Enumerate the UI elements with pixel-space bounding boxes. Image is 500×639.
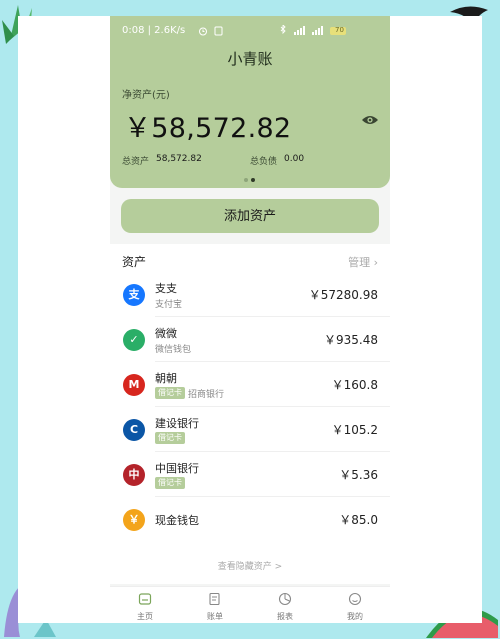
total-assets-label: 总资产 xyxy=(122,157,150,167)
eye-icon[interactable] xyxy=(361,114,379,126)
total-liabilities-label: 总负债 xyxy=(250,157,278,167)
asset-name: 支支 xyxy=(155,282,177,295)
asset-subtitle: 招商银行 xyxy=(188,390,225,400)
bottom-tab-bar: 主页 账单 报表 我的 xyxy=(110,586,390,623)
sim-icon xyxy=(214,26,223,36)
phone-frame: 0:08 | 2.6K/s 70 小青账 净资产(元) ￥58,572.82 总… xyxy=(18,16,482,623)
net-worth-value: ￥58,572.82 xyxy=(124,113,292,144)
bill-icon xyxy=(209,592,220,606)
page-dot[interactable] xyxy=(244,178,248,182)
alarm-icon xyxy=(199,27,207,36)
net-worth-label: 净资产(元) xyxy=(122,90,170,101)
net-worth-card: 0:08 | 2.6K/s 70 小青账 净资产(元) ￥58,572.82 总… xyxy=(110,16,390,188)
asset-name: 建设银行 xyxy=(155,417,199,430)
asset-row[interactable]: C 建设银行借记卡 ￥105.2 xyxy=(110,407,390,452)
asset-name: 中国银行 xyxy=(155,462,199,475)
asset-row[interactable]: M 朝朝借记卡 招商银行 ￥160.8 xyxy=(110,362,390,407)
home-icon xyxy=(138,593,152,605)
tab-report[interactable]: 报表 xyxy=(250,587,320,623)
card-type-badge: 借记卡 xyxy=(155,477,185,489)
app-screen: 0:08 | 2.6K/s 70 小青账 净资产(元) ￥58,572.82 总… xyxy=(110,16,390,623)
assets-list: 资产 管理 › 支支支 支付宝 ￥57280.98 ✓ 微微 微信钱包 ￥935.48 M 朝朝… xyxy=(110,244,390,584)
cmb-bank-icon: M xyxy=(123,374,145,396)
total-assets-value: 58,572.82 xyxy=(156,154,202,164)
profile-icon xyxy=(348,592,362,606)
chevron-right-icon: › xyxy=(373,256,378,269)
asset-subtitle: 支付宝 xyxy=(155,300,183,310)
asset-row[interactable]: ￥ 现金钱包 ￥85.0 xyxy=(110,497,390,542)
alipay-icon: 支 xyxy=(123,284,145,306)
view-hidden-assets-link[interactable]: 查看隐藏资产 > xyxy=(110,559,390,572)
card-type-badge: 借记卡 xyxy=(155,432,185,444)
cash-icon: ￥ xyxy=(123,509,145,531)
tab-home[interactable]: 主页 xyxy=(110,587,180,623)
asset-row[interactable]: ✓ 微微微信钱包 ￥935.48 xyxy=(110,317,390,362)
asset-subtitle: 微信钱包 xyxy=(155,345,192,355)
app-title: 小青账 xyxy=(227,50,273,68)
asset-name: 现金钱包 xyxy=(155,514,199,527)
page-dot-active[interactable] xyxy=(251,178,255,182)
add-asset-button[interactable]: 添加资产 xyxy=(121,199,379,233)
asset-row[interactable]: 中中国银行借记卡 ￥5.36 xyxy=(110,452,390,497)
wechat-icon: ✓ xyxy=(123,329,145,351)
ccb-bank-icon: C xyxy=(123,419,145,441)
asset-amount: ￥105.2 xyxy=(331,423,378,437)
manage-link[interactable]: 管理 › xyxy=(348,254,378,270)
asset-amount: ￥5.36 xyxy=(339,468,378,482)
asset-amount: ￥85.0 xyxy=(339,513,378,527)
status-time-speed: 0:08 | 2.6K/s xyxy=(122,25,186,36)
asset-name: 微微 xyxy=(155,327,177,340)
card-type-badge: 借记卡 xyxy=(155,387,185,399)
tab-profile[interactable]: 我的 xyxy=(320,587,390,623)
asset-row[interactable]: 支支支 支付宝 ￥57280.98 xyxy=(110,272,390,317)
battery-level: 70 xyxy=(335,26,344,34)
boc-bank-icon: 中 xyxy=(123,464,145,486)
tab-bill[interactable]: 账单 xyxy=(180,587,250,623)
report-icon xyxy=(278,592,292,606)
assets-section-title: 资产 xyxy=(122,255,147,269)
total-liabilities-value: 0.00 xyxy=(284,154,305,164)
asset-amount: ￥160.8 xyxy=(331,378,378,392)
asset-name: 朝朝 xyxy=(155,372,177,385)
asset-amount: ￥57280.98 xyxy=(308,288,378,302)
asset-amount: ￥935.48 xyxy=(324,333,378,347)
